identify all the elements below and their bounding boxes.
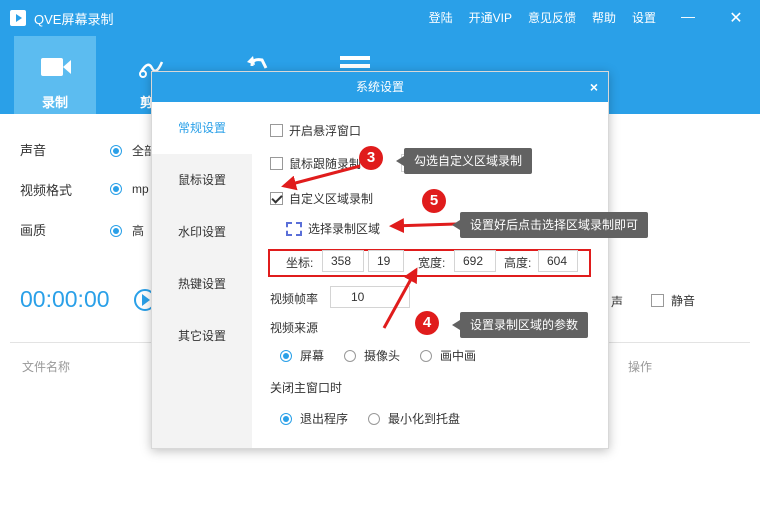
step-badge-4: 4 [415, 311, 439, 335]
nav-feedback[interactable]: 意见反馈 [528, 9, 576, 26]
format-option[interactable]: mp [110, 182, 149, 196]
quality-option[interactable]: 高 [110, 222, 144, 239]
source-label: 视频来源 [270, 321, 319, 335]
minimize-icon[interactable]: — [678, 8, 698, 24]
dialog-sidebar: 常规设置 鼠标设置 水印设置 热键设置 其它设置 [152, 102, 252, 448]
float-window-label: 开启悬浮窗口 [289, 124, 362, 138]
radio-icon [110, 183, 122, 195]
step-badge-5: 5 [422, 189, 446, 213]
mute-toggle[interactable]: 静音 [651, 292, 695, 309]
sidebar-item-hotkeys[interactable]: 热键设置 [152, 258, 252, 310]
radio-icon [110, 144, 122, 157]
y-input[interactable]: 19 [368, 250, 404, 272]
quality-option-label: 高 [132, 224, 145, 238]
radio-icon [420, 349, 433, 362]
tooltip-step-4: 设置录制区域的参数 [451, 312, 589, 338]
fps-label: 视频帧率 [270, 292, 319, 306]
radio-icon [344, 349, 357, 362]
mute-checkbox[interactable] [651, 294, 664, 307]
float-window-option[interactable]: 开启悬浮窗口 [270, 122, 361, 139]
close-exit[interactable]: 退出程序 [280, 410, 348, 427]
sound-label-partial: 声 [611, 295, 624, 309]
sidebar-item-watermark[interactable]: 水印设置 [152, 206, 252, 258]
select-region-button[interactable]: 选择录制区域 [286, 220, 380, 237]
custom-region-option[interactable]: 自定义区域录制 [270, 190, 373, 207]
nav-settings[interactable]: 设置 [632, 9, 656, 26]
source-pip-label: 画中画 [440, 349, 477, 363]
close-tray-label: 最小化到托盘 [388, 412, 461, 426]
sound-option[interactable]: 全部 [110, 142, 156, 159]
settings-dialog: 系统设置 × 常规设置 鼠标设置 水印设置 热键设置 其它设置 开启悬浮窗口 鼠… [151, 71, 609, 449]
close-exit-label: 退出程序 [300, 412, 349, 426]
nav-help[interactable]: 帮助 [592, 9, 616, 26]
height-input[interactable]: 604 [538, 250, 578, 272]
dialog-close-icon[interactable]: × [590, 72, 598, 102]
float-window-checkbox[interactable] [270, 124, 283, 137]
list-icon [340, 56, 370, 68]
custom-region-checkbox[interactable] [270, 192, 283, 205]
close-main-label: 关闭主窗口时 [270, 381, 343, 395]
follow-mouse-label: 鼠标跟随录制 [289, 156, 362, 171]
step-badge-3: 3 [359, 146, 383, 170]
format-option-label: mp [132, 182, 149, 196]
radio-icon [368, 412, 381, 425]
title-bar: QVE屏幕录制 登陆 开通VIP 意见反馈 帮助 设置 — ✕ [0, 0, 760, 36]
height-label: 高度: [504, 256, 532, 270]
width-label: 宽度: [418, 256, 446, 270]
sidebar-item-other[interactable]: 其它设置 [152, 310, 252, 362]
radio-icon [110, 224, 122, 237]
region-select-icon [286, 221, 302, 236]
source-screen-label: 屏幕 [300, 349, 325, 363]
sidebar-item-mouse[interactable]: 鼠标设置 [152, 154, 252, 206]
radio-icon [280, 412, 292, 425]
app-logo-icon [10, 10, 26, 26]
mute-label: 静音 [671, 294, 696, 308]
tool-record-label: 录制 [41, 95, 68, 110]
source-options: 屏幕 摄像头 画中画 [280, 347, 496, 364]
custom-region-label: 自定义区域录制 [289, 192, 374, 206]
sidebar-item-general[interactable]: 常规设置 [152, 102, 252, 154]
close-options: 退出程序 最小化到托盘 [280, 410, 480, 427]
width-input[interactable]: 692 [454, 250, 496, 272]
row-label-format: 视频格式 [20, 183, 73, 198]
coords-label: 坐标: [286, 256, 314, 270]
fps-input[interactable]: 10 [330, 286, 410, 308]
col-actions: 操作 [628, 360, 653, 374]
source-pip[interactable]: 画中画 [420, 347, 476, 364]
app-title: QVE屏幕录制 [34, 12, 114, 27]
dialog-title: 系统设置 [152, 72, 608, 102]
tooltip-step-5: 设置好后点击选择区域录制即可 [451, 212, 649, 238]
tooltip-step-3: 勾选自定义区域录制 [395, 148, 533, 174]
select-region-label: 选择录制区域 [308, 222, 381, 236]
follow-mouse-checkbox[interactable] [270, 156, 283, 170]
source-screen[interactable]: 屏幕 [280, 347, 324, 364]
top-nav: 登陆 开通VIP 意见反馈 帮助 设置 [429, 9, 656, 26]
row-label-sound: 声音 [20, 143, 47, 158]
source-camera-label: 摄像头 [364, 349, 401, 363]
x-input[interactable]: 358 [322, 250, 364, 272]
camera-icon [41, 58, 71, 76]
radio-icon [280, 349, 292, 362]
close-icon[interactable]: ✕ [726, 8, 746, 28]
nav-vip[interactable]: 开通VIP [469, 9, 512, 26]
record-timer: 00:00:00 [20, 286, 110, 312]
source-camera[interactable]: 摄像头 [344, 347, 400, 364]
close-tray[interactable]: 最小化到托盘 [368, 410, 460, 427]
row-label-quality: 画质 [20, 223, 47, 238]
col-filename: 文件名称 [22, 360, 71, 374]
tool-record[interactable]: 录制 [14, 36, 96, 114]
nav-login[interactable]: 登陆 [429, 9, 453, 26]
